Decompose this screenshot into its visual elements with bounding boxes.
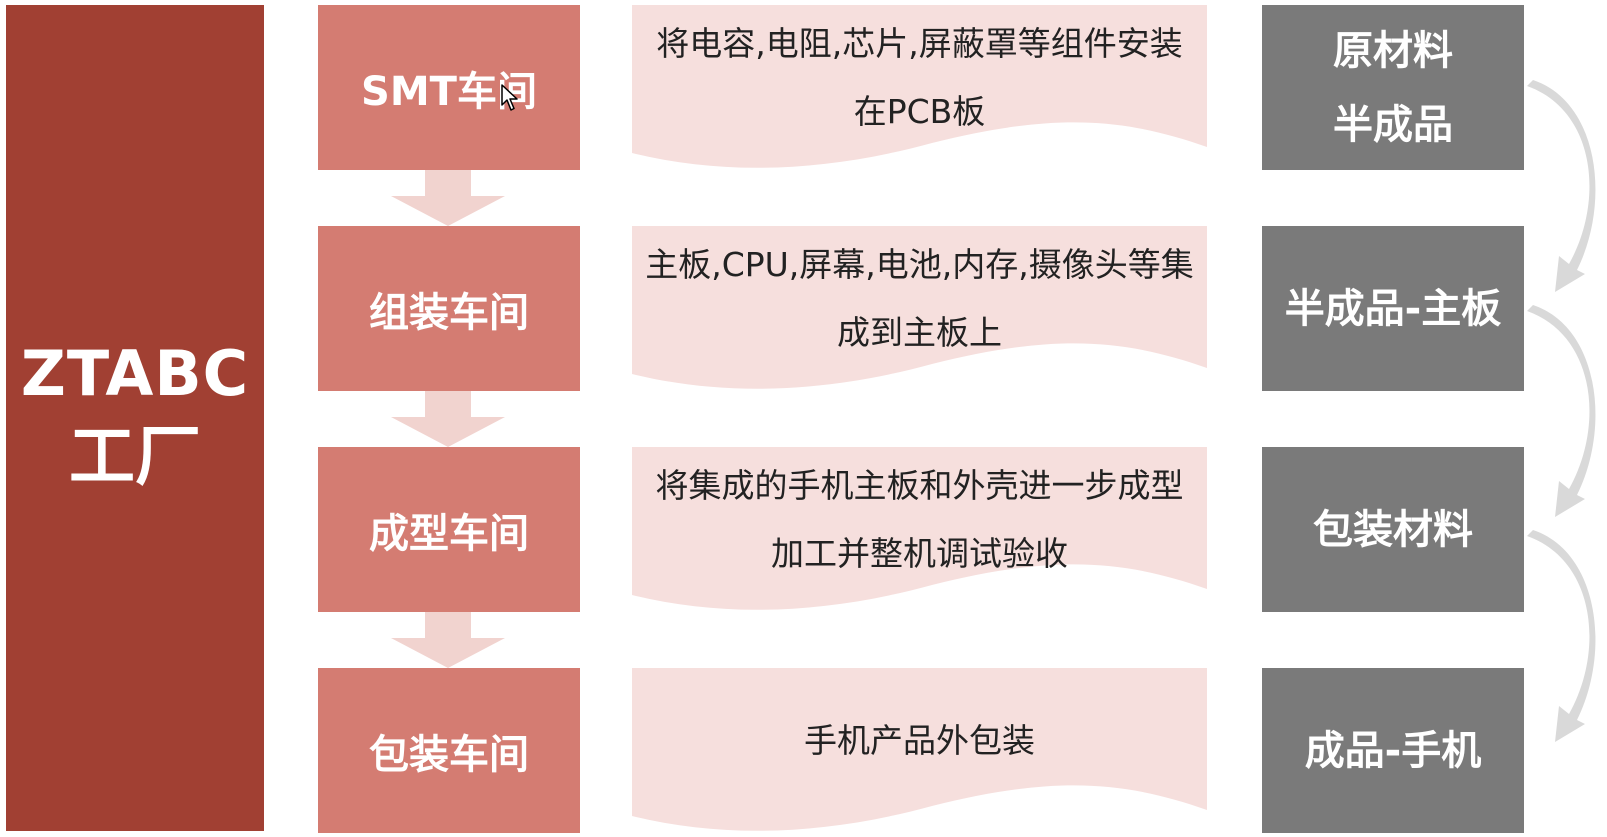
workshop-label: 成型车间 [369,510,529,557]
description-text: 主板,CPU,屏幕,电池,内存,摄像头等集成到主板上 [645,245,1194,352]
factory-block: ZTABC 工厂 [6,5,264,831]
workshop-molding: 成型车间 [318,447,580,612]
factory-name: ZTABC [20,336,250,410]
description-text: 将电容,电阻,芯片,屏蔽罩等组件安装在PCB板 [656,24,1183,131]
workshop-label: 包装车间 [369,731,529,778]
workshop-packaging: 包装车间 [318,668,580,833]
description-packaging: 手机产品外包装 [632,668,1207,837]
down-arrow-icon [391,391,505,447]
mouse-cursor-icon [501,84,518,111]
curved-arrow-icon [1527,530,1596,742]
curved-arrow-icon [1527,305,1596,517]
workshop-assembly: 组装车间 [318,226,580,391]
material-raw: 原材料 半成品 [1262,5,1524,170]
material-finished-phone: 成品-手机 [1262,668,1524,833]
description-text: 将集成的手机主板和外壳进一步成型加工并整机调试验收 [655,466,1184,573]
description-assembly: 主板,CPU,屏幕,电池,内存,摄像头等集成到主板上 [632,226,1207,396]
curved-arrow-icon [1527,80,1596,292]
down-arrow-icon [391,170,505,226]
description-smt: 将电容,电阻,芯片,屏蔽罩等组件安装在PCB板 [632,5,1207,175]
workshop-label: 组装车间 [369,289,529,336]
down-arrow-icon [391,612,505,668]
material-packaging: 包装材料 [1262,447,1524,612]
material-semi-mainboard: 半成品-主板 [1262,226,1524,391]
description-text: 手机产品外包装 [804,721,1035,760]
workshop-smt: SMT车间 [318,5,580,170]
factory-subtitle: 工厂 [69,418,201,496]
description-molding: 将集成的手机主板和外壳进一步成型加工并整机调试验收 [632,447,1207,617]
